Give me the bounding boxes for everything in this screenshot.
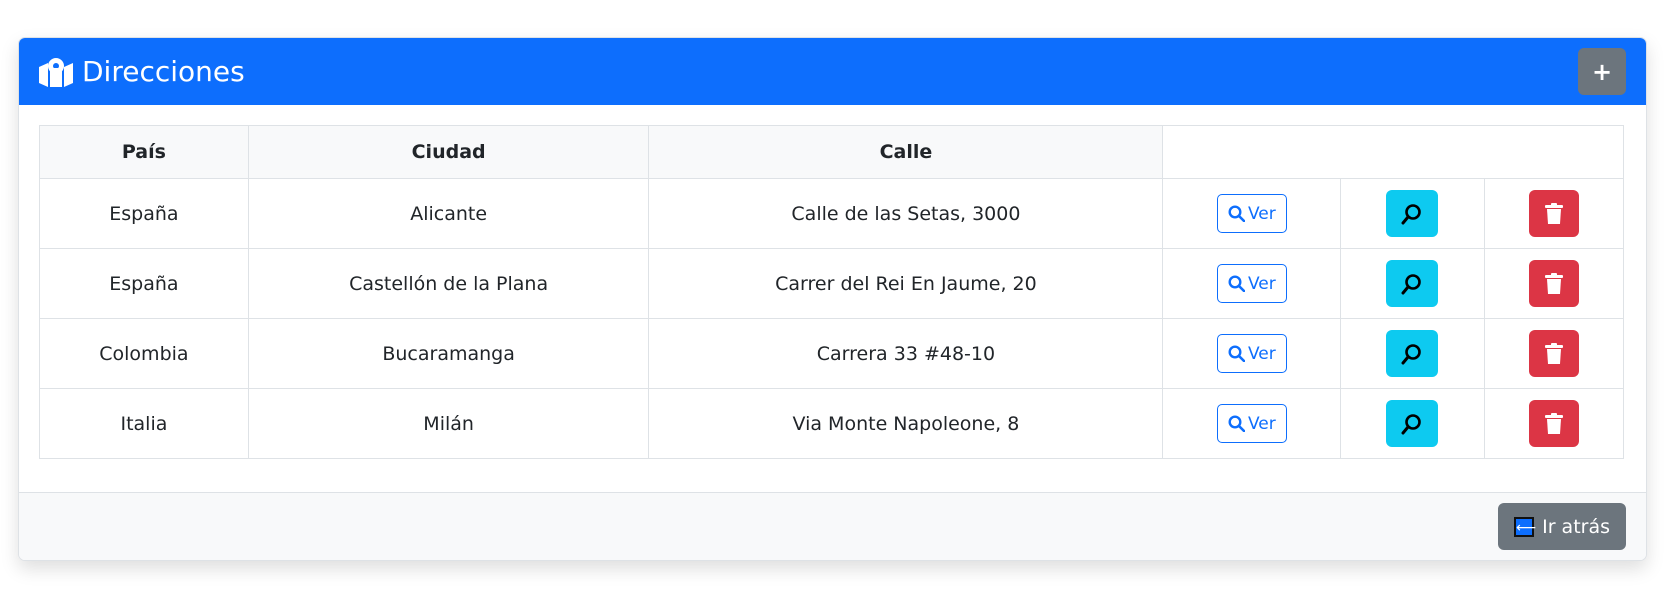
view-button[interactable]: Ver — [1216, 194, 1287, 233]
view-button-label: Ver — [1247, 273, 1276, 294]
view-button-label: Ver — [1247, 413, 1276, 434]
search-icon — [1228, 345, 1245, 362]
page-title: Direcciones — [39, 55, 245, 88]
search-button[interactable] — [1386, 190, 1439, 237]
column-header-calle: Calle — [648, 125, 1164, 179]
table-row: España Alicante Calle de las Setas, 3000 Ve… — [39, 178, 1625, 249]
column-header-pais: País — [39, 125, 249, 179]
arrow-left-icon: ⟵ — [1514, 516, 1536, 537]
cell-calle: Carrera 33 #48-10 — [648, 318, 1164, 389]
trash-icon — [1544, 342, 1563, 364]
cell-delete — [1483, 318, 1625, 389]
card-body: País Ciudad Calle España Alicante Calle de… — [19, 105, 1646, 486]
addresses-card: Direcciones + País Ciudad Calle España Al… — [18, 37, 1647, 561]
magnifying-glass-icon — [1401, 413, 1422, 434]
cell-pais: Colombia — [39, 318, 249, 389]
cell-search — [1340, 388, 1485, 459]
magnifying-glass-icon — [1401, 273, 1422, 294]
addresses-table: País Ciudad Calle España Alicante Calle de… — [39, 125, 1625, 459]
delete-button[interactable] — [1528, 400, 1579, 447]
search-icon — [1228, 275, 1245, 292]
search-icon — [1228, 205, 1245, 222]
table-header-row: País Ciudad Calle — [39, 125, 1624, 179]
cell-search — [1340, 178, 1485, 249]
map-location-icon — [39, 57, 73, 87]
cell-ciudad: Milán — [247, 388, 650, 459]
cell-ver: Ver — [1162, 248, 1342, 319]
cell-ver: Ver — [1162, 388, 1342, 459]
cell-ciudad: Alicante — [247, 178, 650, 249]
magnifying-glass-icon — [1401, 343, 1422, 364]
view-button[interactable]: Ver — [1216, 334, 1287, 373]
cell-delete — [1483, 178, 1625, 249]
card-footer: ⟵ Ir atrás — [19, 492, 1646, 560]
cell-ver: Ver — [1162, 318, 1342, 389]
trash-icon — [1544, 202, 1563, 224]
cell-search — [1340, 318, 1485, 389]
search-button[interactable] — [1386, 330, 1439, 377]
search-button[interactable] — [1386, 400, 1439, 447]
search-button[interactable] — [1386, 260, 1439, 307]
delete-button[interactable] — [1528, 190, 1579, 237]
delete-button[interactable] — [1528, 260, 1579, 307]
table-row: España Castellón de la Plana Carrer del Re… — [39, 248, 1625, 319]
cell-calle: Carrer del Rei En Jaume, 20 — [648, 248, 1164, 319]
back-button-label: Ir atrás — [1542, 515, 1610, 538]
cell-pais: Italia — [39, 388, 249, 459]
cell-calle: Calle de las Setas, 3000 — [648, 178, 1164, 249]
back-button[interactable]: ⟵ Ir atrás — [1498, 503, 1626, 550]
cell-pais: España — [39, 248, 249, 319]
view-button[interactable]: Ver — [1216, 264, 1287, 303]
cell-ver: Ver — [1162, 178, 1342, 249]
cell-search — [1340, 248, 1485, 319]
column-header-actions — [1162, 125, 1624, 179]
trash-icon — [1544, 412, 1563, 434]
cell-ciudad: Castellón de la Plana — [247, 248, 650, 319]
magnifying-glass-icon — [1401, 203, 1422, 224]
view-button[interactable]: Ver — [1216, 404, 1287, 443]
view-button-label: Ver — [1247, 343, 1276, 364]
delete-button[interactable] — [1528, 330, 1579, 377]
add-address-button[interactable]: + — [1578, 48, 1626, 95]
page-title-text: Direcciones — [82, 55, 245, 88]
cell-ciudad: Bucaramanga — [247, 318, 650, 389]
trash-icon — [1544, 272, 1563, 294]
column-header-ciudad: Ciudad — [247, 125, 650, 179]
search-icon — [1228, 415, 1245, 432]
card-header: Direcciones + — [19, 38, 1646, 105]
cell-pais: España — [39, 178, 249, 249]
table-row: Colombia Bucaramanga Carrera 33 #48-10 Ver — [39, 318, 1625, 389]
table-row: Italia Milán Via Monte Napoleone, 8 Ver — [39, 388, 1625, 459]
cell-calle: Via Monte Napoleone, 8 — [648, 388, 1164, 459]
cell-delete — [1483, 388, 1625, 459]
cell-delete — [1483, 248, 1625, 319]
view-button-label: Ver — [1247, 203, 1276, 224]
